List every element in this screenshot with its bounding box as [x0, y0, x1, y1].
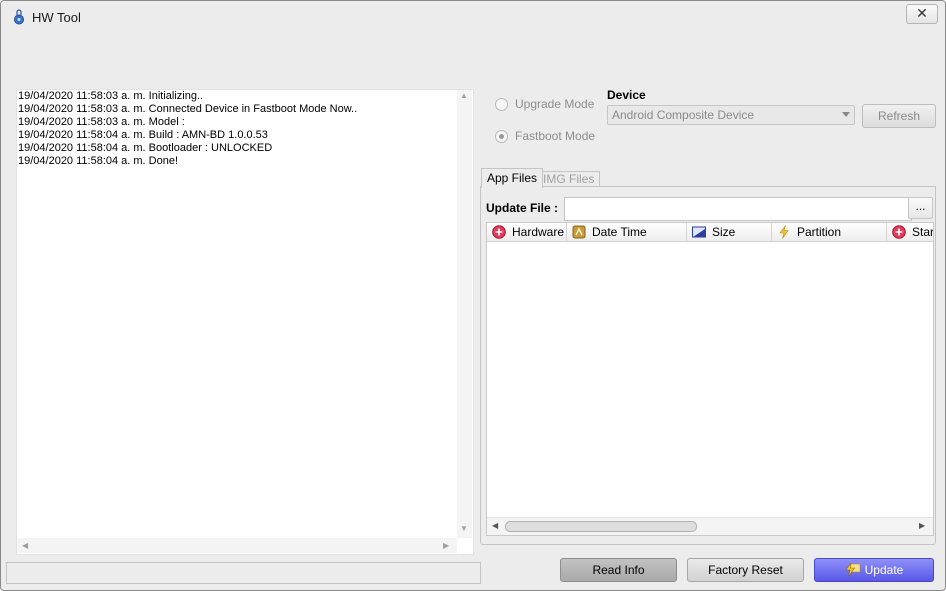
log-line: 19/04/2020 11:58:04 a. m. Bootloader : U…	[18, 142, 273, 154]
log-lines: 19/04/2020 11:58:03 a. m. Initializing..…	[18, 90, 456, 168]
update-icon	[845, 563, 860, 577]
column-label: Size	[712, 225, 736, 239]
partition-icon	[779, 225, 789, 239]
radio-circle[interactable]	[495, 97, 508, 111]
tab-app-files[interactable]: App Files	[481, 168, 544, 188]
grid-header: Hardware Date Time Size Partition Star	[487, 223, 933, 242]
chevron-down-icon[interactable]	[842, 112, 850, 117]
column-star[interactable]: Star	[887, 223, 934, 241]
scroll-right-icon[interactable]: ▶	[919, 521, 925, 530]
scroll-down-icon[interactable]: ▼	[460, 524, 468, 533]
update-label: Update	[864, 563, 904, 577]
update-button[interactable]: Update	[814, 558, 934, 582]
log-line: 19/04/2020 11:58:04 a. m. Build : AMN-BD…	[18, 129, 268, 141]
device-select[interactable]: Android Composite Device	[607, 105, 855, 125]
column-size[interactable]: Size	[687, 223, 772, 241]
browse-button[interactable]: ...	[908, 197, 933, 219]
radio-circle-checked[interactable]	[495, 129, 508, 143]
factory-reset-button[interactable]: Factory Reset	[687, 558, 804, 582]
size-icon	[692, 226, 706, 238]
update-file-input[interactable]	[564, 197, 912, 221]
device-label: Device	[607, 88, 646, 102]
upgrade-mode-radio[interactable]: Upgrade Mode	[495, 97, 594, 111]
star-icon	[892, 225, 906, 239]
refresh-button[interactable]: Refresh	[862, 104, 936, 128]
scroll-left-icon[interactable]: ◀	[22, 541, 28, 550]
scroll-left-icon[interactable]: ◀	[492, 521, 498, 530]
files-grid[interactable]: Hardware Date Time Size Partition Star ◀…	[486, 222, 934, 536]
app-icon	[14, 9, 24, 25]
app-window: HW Tool ✕ 19/04/2020 11:58:03 a. m. Init…	[0, 0, 946, 591]
scroll-up-icon[interactable]: ▲	[460, 91, 468, 100]
hardware-icon	[492, 225, 506, 239]
fastboot-mode-radio[interactable]: Fastboot Mode	[495, 129, 595, 143]
read-info-button[interactable]: Read Info	[560, 558, 677, 582]
close-button[interactable]: ✕	[906, 4, 938, 24]
window-title: HW Tool	[32, 10, 81, 25]
update-file-label: Update File :	[486, 201, 559, 215]
scroll-right-icon[interactable]: ▶	[443, 541, 449, 550]
log-line: 19/04/2020 11:58:03 a. m. Initializing..	[18, 90, 204, 102]
log-horizontal-scrollbar[interactable]: ◀ ▶	[17, 538, 457, 553]
log-panel[interactable]: 19/04/2020 11:58:03 a. m. Initializing..…	[16, 89, 474, 555]
column-date-time[interactable]: Date Time	[567, 223, 687, 241]
close-icon: ✕	[916, 5, 928, 21]
column-label: Star	[912, 225, 934, 239]
status-bar	[6, 562, 481, 584]
log-line: 19/04/2020 11:58:03 a. m. Model :	[18, 116, 185, 128]
device-selected-value: Android Composite Device	[612, 108, 755, 122]
column-label: Hardware	[512, 225, 565, 239]
date-time-icon	[572, 225, 586, 239]
upgrade-mode-label: Upgrade Mode	[515, 97, 595, 111]
column-label: Date Time	[592, 225, 647, 239]
column-partition[interactable]: Partition	[772, 223, 887, 241]
tab-img-files[interactable]: IMG Files	[537, 171, 601, 187]
column-hardware[interactable]: Hardware	[487, 223, 567, 241]
title-bar[interactable]: HW Tool ✕	[1, 1, 945, 31]
fastboot-mode-label: Fastboot Mode	[515, 129, 596, 143]
grid-horizontal-scrollbar[interactable]: ◀ ▶	[487, 517, 933, 535]
column-label: Partition	[797, 225, 842, 239]
log-vertical-scrollbar[interactable]: ▲ ▼	[457, 90, 472, 538]
log-line: 19/04/2020 11:58:04 a. m. Done!	[18, 155, 179, 167]
log-line: 19/04/2020 11:58:03 a. m. Connected Devi…	[18, 103, 358, 115]
scrollbar-thumb[interactable]	[505, 521, 697, 532]
